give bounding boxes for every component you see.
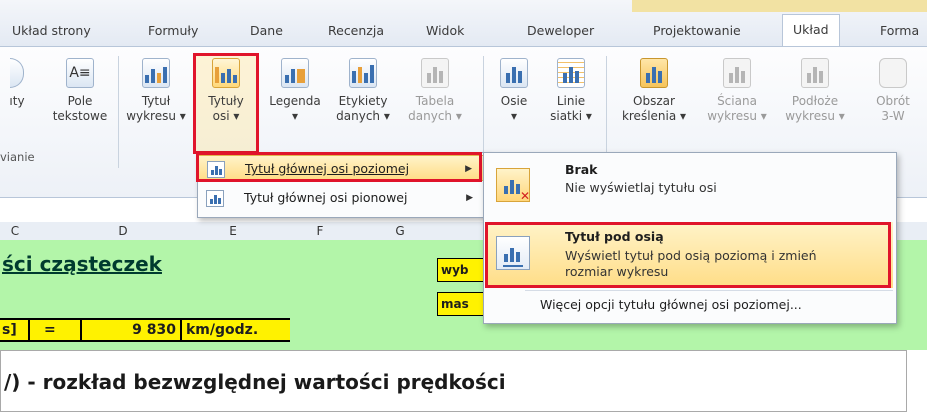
ribbon-button-label: ▾	[291, 109, 299, 123]
data-labels-icon	[349, 58, 377, 88]
cell-border	[28, 320, 30, 340]
ribbon-button-label: Podłoże	[791, 94, 839, 108]
ribbon-button-label: Linie	[556, 94, 586, 108]
axis-titles-button[interactable]: Tytuły osi ▾	[194, 58, 258, 124]
ribbon-button-label: 3-W	[881, 109, 905, 123]
legend-button[interactable]: Legenda ▾	[262, 58, 328, 124]
ribbon-button-label: ıty	[9, 94, 25, 108]
chart-title-icon	[142, 58, 170, 88]
option-none-desc: Nie wyświetlaj tytułu osi	[565, 180, 717, 195]
tab-format[interactable]: Forma	[880, 16, 919, 46]
ribbon-button-label: danych ▾	[408, 109, 462, 123]
ribbon-button-label: Pole	[67, 94, 93, 108]
chart-title-button[interactable]: Tytuł wykresu ▾	[120, 58, 192, 124]
3d-rotation-icon	[879, 58, 907, 88]
axes-icon	[500, 58, 528, 88]
data-labels-button[interactable]: Etykiety danych ▾	[330, 58, 396, 124]
more-axis-title-options[interactable]: Więcej opcji tytułu głównej osi poziomej…	[540, 297, 802, 312]
column-header-c[interactable]: C	[0, 222, 30, 240]
tab-view[interactable]: Widok	[426, 16, 464, 46]
close-icon: ✕	[519, 189, 530, 203]
speed-unit-cell[interactable]: km/godz.	[186, 320, 258, 340]
unit-cell[interactable]: s]	[2, 320, 17, 340]
ribbon-button-label: tekstowe	[52, 109, 108, 123]
column-header-d[interactable]: D	[88, 222, 158, 240]
menu-item-primary-vertical-axis-title[interactable]: Tytuł głównej osi pionowej ▶	[198, 185, 485, 211]
gridlines-button[interactable]: Linie siatki ▾	[542, 58, 600, 124]
menu-item-highlight	[196, 152, 482, 182]
ribbon-group-label: vianie	[0, 150, 35, 164]
cell-border	[80, 320, 82, 340]
tab-formulas[interactable]: Formuły	[148, 16, 198, 46]
data-table-button[interactable]: Tabela danych ▾	[400, 58, 470, 124]
cell-border	[180, 320, 182, 340]
sheet-title-cell[interactable]: ści cząsteczek	[2, 252, 162, 276]
ribbon-button-partial[interactable]: ıty	[2, 58, 32, 109]
tab-layout[interactable]: Układ	[782, 14, 840, 47]
ribbon-button-label: Tabela	[415, 94, 455, 108]
data-table-icon	[421, 58, 449, 88]
plot-area-icon	[640, 58, 668, 88]
column-header-g[interactable]: G	[370, 222, 430, 240]
ribbon-button-label: danych ▾	[336, 109, 390, 123]
plot-area-button[interactable]: Obszar kreślenia ▾	[612, 58, 696, 124]
ribbon-button-label: Etykiety	[338, 94, 388, 108]
partial-icon	[10, 58, 24, 88]
vertical-axis-title-icon	[206, 190, 224, 207]
tab-design[interactable]: Projektowanie	[653, 16, 741, 46]
ribbon-button-label: wykresu ▾	[707, 109, 767, 123]
chart-tools-context-strip	[632, 0, 927, 12]
3d-rotation-button[interactable]: Obrót 3-W	[868, 58, 918, 124]
axes-button[interactable]: Osie ▾	[490, 58, 538, 124]
ribbon-button-label: Osie	[500, 94, 528, 108]
column-header-e[interactable]: E	[198, 222, 268, 240]
ribbon-button-label: kreślenia ▾	[621, 109, 687, 123]
menu-item-label: Tytuł głównej osi pionowej	[244, 190, 408, 205]
axis-titles-icon	[212, 58, 240, 88]
tab-review[interactable]: Recenzja	[328, 16, 384, 46]
ribbon-button-label: Legenda	[269, 94, 321, 108]
gridlines-icon	[557, 58, 585, 88]
chart-title[interactable]: /) - rozkład bezwzględnej wartości prędk…	[4, 370, 506, 394]
ribbon-button-label: wykresu ▾	[785, 109, 845, 123]
ribbon-button-label: Ściana	[717, 94, 757, 108]
text-box-button[interactable]: A≡ Pole tekstowe	[48, 58, 112, 124]
option-highlight	[485, 222, 891, 288]
speed-value-cell[interactable]: 9 830	[92, 320, 176, 340]
equals-cell[interactable]: =	[44, 320, 56, 340]
ribbon-button-label: Obrót	[876, 94, 910, 108]
option-none-title: Brak	[565, 162, 598, 177]
ribbon-button-label: wykresu ▾	[126, 109, 186, 123]
ribbon-button-label: Tytuł	[141, 94, 171, 108]
ribbon-button-label: Obszar	[633, 94, 675, 108]
group-separator	[118, 56, 119, 168]
ribbon-button-label: osi ▾	[212, 109, 240, 123]
ribbon-button-label: ▾	[510, 109, 518, 123]
chart-floor-icon	[801, 58, 829, 88]
ribbon-button-label: siatki ▾	[550, 109, 592, 123]
column-header-f[interactable]: F	[290, 222, 350, 240]
tab-developer[interactable]: Deweloper	[527, 16, 594, 46]
chart-wall-button[interactable]: Ściana wykresu ▾	[700, 58, 774, 124]
tab-data[interactable]: Dane	[250, 16, 283, 46]
text-box-icon: A≡	[66, 58, 94, 88]
chart-wall-icon	[723, 58, 751, 88]
tab-page-layout[interactable]: Układ strony	[12, 16, 91, 46]
legend-icon	[281, 58, 309, 88]
no-title-icon: ✕	[496, 168, 530, 203]
menu-separator	[525, 290, 893, 291]
chevron-right-icon: ▶	[466, 193, 473, 203]
ribbon-button-label: Tytuły	[208, 94, 244, 108]
chart-floor-button[interactable]: Podłoże wykresu ▾	[778, 58, 852, 124]
